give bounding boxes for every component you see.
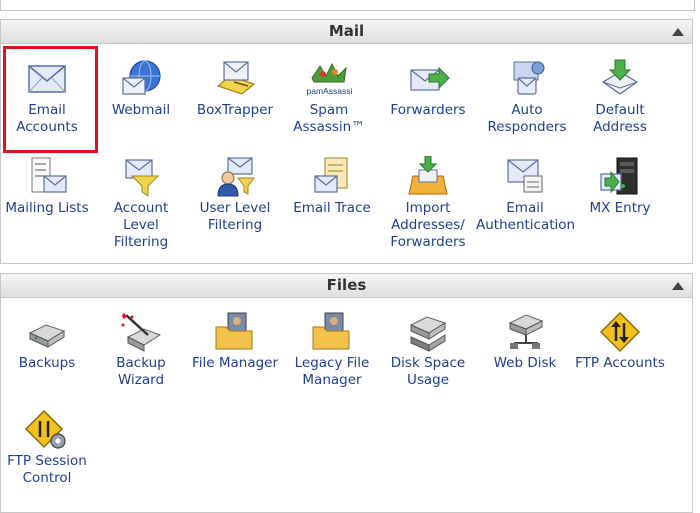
boxtrapper-link[interactable]: BoxTrapper bbox=[188, 58, 282, 119]
disk-space-usage-label: Disk Space Usage bbox=[390, 355, 466, 388]
boxtrapper-label: BoxTrapper bbox=[196, 102, 274, 118]
trace-document-icon bbox=[314, 157, 348, 193]
files-panel: Files bbox=[0, 273, 693, 513]
disk-drive-icon bbox=[28, 324, 66, 348]
spamassassin-icon: SpamAssassin bbox=[306, 62, 352, 96]
spam-assassin-label: Spam Assassin™ bbox=[293, 102, 365, 135]
user-funnel-icon bbox=[217, 157, 255, 197]
webmail-label: Webmail bbox=[111, 102, 171, 118]
webmail-link[interactable]: Webmail bbox=[94, 58, 188, 119]
default-address-icon bbox=[601, 59, 639, 95]
files-panel-header[interactable]: Files bbox=[1, 274, 692, 298]
email-authentication-label: Email Authentication bbox=[476, 200, 576, 233]
import-addresses-forwarders-link[interactable]: Import Addresses/ Forwarders bbox=[381, 156, 475, 251]
forwarders-link[interactable]: Forwarders bbox=[381, 58, 475, 119]
backup-wizard-link[interactable]: Backup Wizard bbox=[94, 311, 188, 389]
legacy-file-manager-label: Legacy File Manager bbox=[294, 355, 370, 388]
backup-wizard-label: Backup Wizard bbox=[116, 355, 166, 388]
auto-responders-link[interactable]: Auto Responders bbox=[480, 58, 574, 136]
legacy-file-manager-link[interactable]: Legacy File Manager bbox=[285, 311, 379, 389]
backups-label: Backups bbox=[18, 355, 76, 371]
backups-link[interactable]: Backups bbox=[0, 311, 94, 372]
envelope-icon bbox=[28, 65, 66, 93]
auto-responder-icon bbox=[513, 61, 545, 95]
web-disk-icon bbox=[508, 314, 544, 349]
disk-space-usage-link[interactable]: Disk Space Usage bbox=[381, 311, 475, 389]
user-level-filtering-link[interactable]: User Level Filtering bbox=[188, 156, 282, 234]
ftp-session-control-link[interactable]: FTP Session Control bbox=[0, 409, 94, 487]
web-disk-link[interactable]: Web Disk bbox=[478, 311, 572, 372]
import-addresses-forwarders-label: Import Addresses/ Forwarders bbox=[390, 200, 466, 250]
email-trace-label: Email Trace bbox=[293, 200, 371, 216]
mailing-list-icon bbox=[31, 157, 67, 193]
ftp-accounts-label: FTP Accounts bbox=[575, 355, 665, 371]
collapse-arrow-icon[interactable] bbox=[672, 28, 684, 36]
ftp-sign-icon bbox=[599, 311, 641, 353]
email-accounts-link[interactable]: Email Accounts bbox=[0, 58, 94, 136]
auto-responders-label: Auto Responders bbox=[487, 102, 567, 135]
boxtrapper-icon bbox=[216, 61, 256, 95]
funnel-envelope-icon bbox=[125, 159, 160, 197]
mailing-lists-link[interactable]: Mailing Lists bbox=[0, 156, 94, 217]
file-manager-label: File Manager bbox=[191, 355, 279, 371]
mx-entry-label: MX Entry bbox=[589, 200, 651, 216]
email-authentication-link[interactable]: Email Authentication bbox=[476, 156, 576, 234]
default-address-link[interactable]: Default Address bbox=[573, 58, 667, 136]
legacy-folder-icon bbox=[312, 312, 350, 350]
import-box-icon bbox=[408, 156, 448, 195]
spam-assassin-link[interactable]: SpamAssassin Spam Assassin™ bbox=[282, 58, 376, 136]
mail-panel-header[interactable]: Mail bbox=[1, 20, 692, 44]
account-level-filtering-link[interactable]: Account Level Filtering bbox=[94, 156, 188, 251]
mx-entry-link[interactable]: MX Entry bbox=[573, 156, 667, 217]
globe-envelope-icon bbox=[122, 60, 161, 95]
file-manager-link[interactable]: File Manager bbox=[188, 311, 282, 372]
authentication-envelope-icon bbox=[507, 159, 543, 193]
backup-wizard-icon bbox=[121, 313, 162, 352]
mailing-lists-label: Mailing Lists bbox=[5, 200, 89, 216]
ftp-accounts-link[interactable]: FTP Accounts bbox=[573, 311, 667, 372]
account-level-filtering-label: Account Level Filtering bbox=[113, 200, 169, 250]
disk-usage-icon bbox=[409, 316, 447, 352]
web-disk-label: Web Disk bbox=[493, 355, 557, 371]
mx-server-icon bbox=[600, 157, 638, 195]
collapse-arrow-icon[interactable] bbox=[672, 282, 684, 290]
files-panel-title: Files bbox=[326, 276, 367, 294]
folder-icon bbox=[215, 312, 253, 350]
forward-arrow-envelope-icon bbox=[410, 66, 450, 91]
user-level-filtering-label: User Level Filtering bbox=[199, 200, 271, 233]
svg-text:SpamAssassin: SpamAssassin bbox=[306, 86, 352, 96]
email-accounts-label: Email Accounts bbox=[16, 102, 78, 135]
mail-panel-title: Mail bbox=[328, 22, 365, 40]
previous-panel-edge bbox=[0, 0, 695, 11]
email-trace-link[interactable]: Email Trace bbox=[285, 156, 379, 217]
ftp-session-control-label: FTP Session Control bbox=[7, 453, 87, 486]
ftp-gear-icon bbox=[24, 409, 66, 449]
default-address-label: Default Address bbox=[593, 102, 647, 135]
forwarders-label: Forwarders bbox=[390, 102, 466, 118]
